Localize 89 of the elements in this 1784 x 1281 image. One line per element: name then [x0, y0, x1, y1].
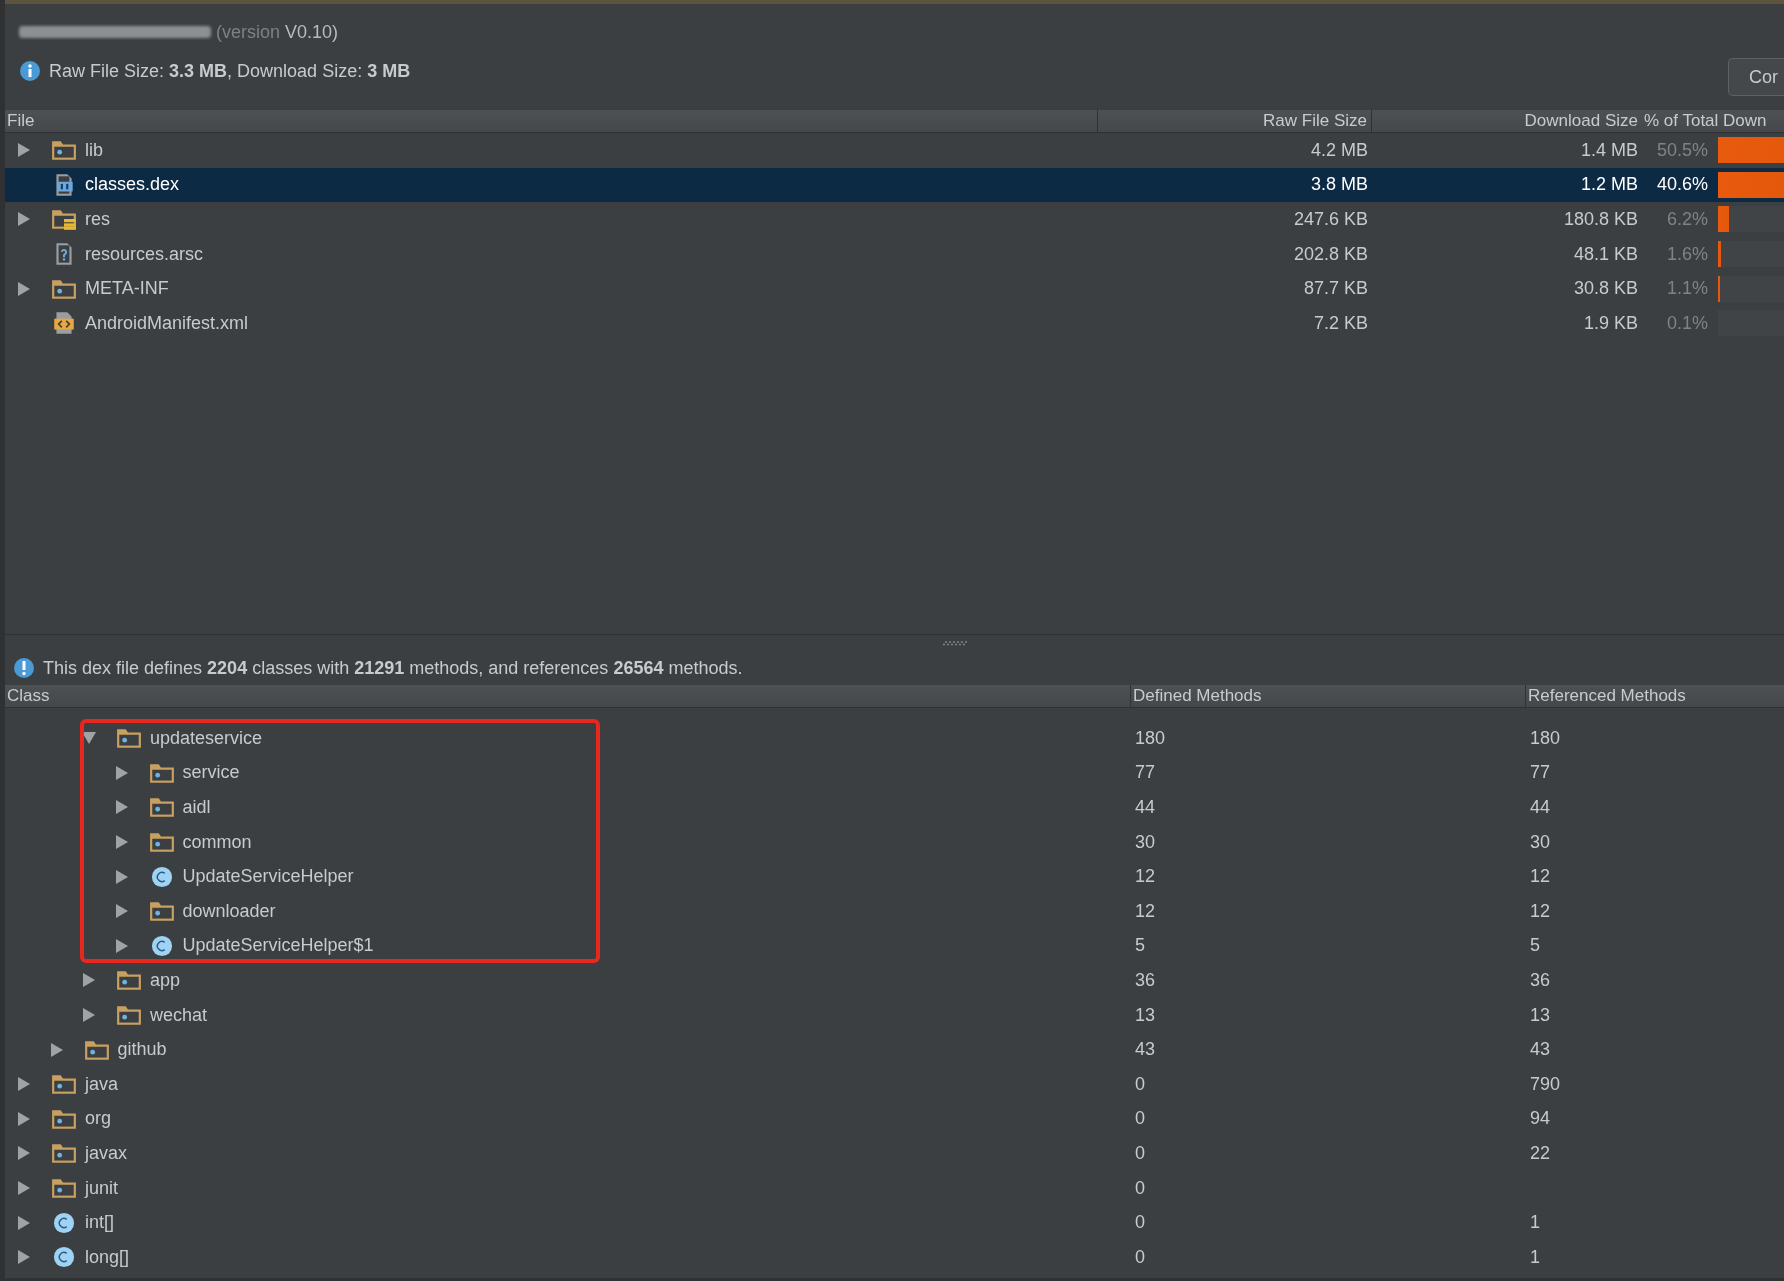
referenced-count: 790 — [1529, 1073, 1562, 1095]
class-name: UpdateServiceHelper$1 — [182, 935, 374, 957]
class-name: javax — [85, 1142, 128, 1164]
percent-value: 50.5% — [1655, 139, 1709, 161]
class-name: wechat — [150, 1004, 208, 1026]
column-header[interactable]: File — [5, 110, 1097, 132]
class-name: junit — [85, 1177, 119, 1199]
download-size: 1.4 MB — [1579, 139, 1639, 161]
referenced-count: 22 — [1529, 1142, 1552, 1164]
compare-button[interactable]: Cor — [1728, 58, 1784, 96]
percent-value: 40.6% — [1655, 174, 1709, 196]
column-header[interactable]: % of Total Down — [1642, 110, 1784, 132]
class-name: app — [150, 969, 181, 991]
download-size: 1.2 MB — [1579, 174, 1639, 196]
defined-count: 0 — [1134, 1246, 1146, 1268]
percent-value: 1.1% — [1665, 278, 1709, 300]
raw-size: 4.2 MB — [1309, 139, 1369, 161]
column-header[interactable]: Raw File Size — [1097, 110, 1372, 132]
raw-size: 3.8 MB — [1309, 174, 1369, 196]
download-size: 180.8 KB — [1562, 209, 1639, 230]
referenced-count: 44 — [1529, 797, 1552, 818]
raw-size: 247.6 KB — [1292, 209, 1369, 230]
raw-size: 87.7 KB — [1302, 278, 1369, 300]
referenced-count: 13 — [1529, 1004, 1552, 1026]
file-name: res — [85, 209, 110, 230]
class-name: common — [182, 831, 252, 853]
defined-count: 0 — [1134, 1212, 1146, 1234]
file-name: META-INF — [85, 278, 169, 300]
referenced-count: 77 — [1529, 762, 1552, 784]
defined-count: 43 — [1134, 1039, 1157, 1061]
class-name: service — [182, 762, 240, 784]
defined-count: 44 — [1134, 797, 1157, 818]
file-row[interactable]: resources.arsc 202.8 KB 48.1 KB 1.6% — [5, 236, 1784, 272]
referenced-count: 180 — [1529, 727, 1562, 749]
class-name: java — [85, 1073, 119, 1095]
version-number: V0.10) — [285, 21, 339, 43]
download-size: 1.9 KB — [1582, 312, 1639, 334]
defined-count: 13 — [1134, 1004, 1157, 1026]
defined-count: 36 — [1134, 969, 1157, 991]
download-size: 30.8 KB — [1572, 278, 1639, 300]
file-row[interactable]: lib 4.2 MB 1.4 MB 50.5% — [5, 133, 1784, 168]
defined-count: 180 — [1134, 727, 1167, 749]
referenced-count: 1 — [1529, 1246, 1541, 1268]
referenced-count: 1 — [1529, 1212, 1541, 1234]
referenced-count: 36 — [1529, 969, 1552, 991]
percent-value: 6.2% — [1665, 209, 1709, 230]
defined-count: 5 — [1134, 935, 1146, 957]
referenced-count: 12 — [1529, 866, 1552, 888]
defined-count: 12 — [1134, 866, 1157, 888]
column-header[interactable]: Download Size — [1372, 110, 1642, 132]
column-header[interactable]: Defined Methods — [1130, 685, 1525, 707]
raw-size: 202.8 KB — [1292, 243, 1369, 265]
column-header[interactable]: Referenced Methods — [1525, 685, 1784, 707]
defined-count: 0 — [1134, 1108, 1146, 1130]
percent-value: 0.1% — [1665, 312, 1709, 334]
referenced-count: 30 — [1529, 831, 1552, 853]
class-name: github — [117, 1039, 167, 1061]
file-row[interactable]: META-INF 87.7 KB 30.8 KB 1.1% — [5, 271, 1784, 306]
referenced-count: 43 — [1529, 1039, 1552, 1061]
defined-count: 0 — [1134, 1177, 1146, 1199]
size-summary: Raw File Size: 3.3 MB, Download Size: 3 MB — [49, 60, 411, 82]
defined-count: 0 — [1134, 1073, 1146, 1095]
defined-count: 12 — [1134, 900, 1157, 922]
column-header[interactable]: Class — [5, 685, 1130, 707]
file-name: AndroidManifest.xml — [85, 312, 249, 334]
class-name: int[] — [85, 1212, 114, 1234]
referenced-count: 5 — [1529, 935, 1541, 957]
percent-value: 1.6% — [1665, 243, 1709, 265]
class-name: long[] — [85, 1246, 130, 1268]
file-row[interactable]: res 247.6 KB 180.8 KB 6.2% — [5, 202, 1784, 237]
defined-count: 77 — [1134, 762, 1157, 784]
referenced-count: 94 — [1529, 1108, 1552, 1130]
file-row[interactable]: classes.dex 3.8 MB 1.2 MB 40.6% — [5, 167, 1784, 203]
dex-summary: This dex file defines 2204 classes with 21291 methods, and references 26564 methods. — [43, 657, 743, 679]
class-name: org — [85, 1108, 111, 1130]
file-name: lib — [85, 139, 103, 161]
file-name: resources.arsc — [85, 243, 204, 265]
version-label: (version — [216, 21, 281, 43]
class-name: aidl — [182, 797, 211, 818]
referenced-count: 12 — [1529, 900, 1552, 922]
defined-count: 0 — [1134, 1142, 1146, 1164]
class-name: UpdateServiceHelper — [182, 866, 354, 888]
defined-count: 30 — [1134, 831, 1157, 853]
download-size: 48.1 KB — [1572, 243, 1639, 265]
class-name: updateservice — [150, 727, 263, 749]
file-row[interactable]: AndroidManifest.xml 7.2 KB 1.9 KB 0.1% — [5, 305, 1784, 341]
class-name: downloader — [182, 900, 276, 922]
raw-size: 7.2 KB — [1312, 312, 1369, 334]
file-name: classes.dex — [85, 174, 180, 196]
